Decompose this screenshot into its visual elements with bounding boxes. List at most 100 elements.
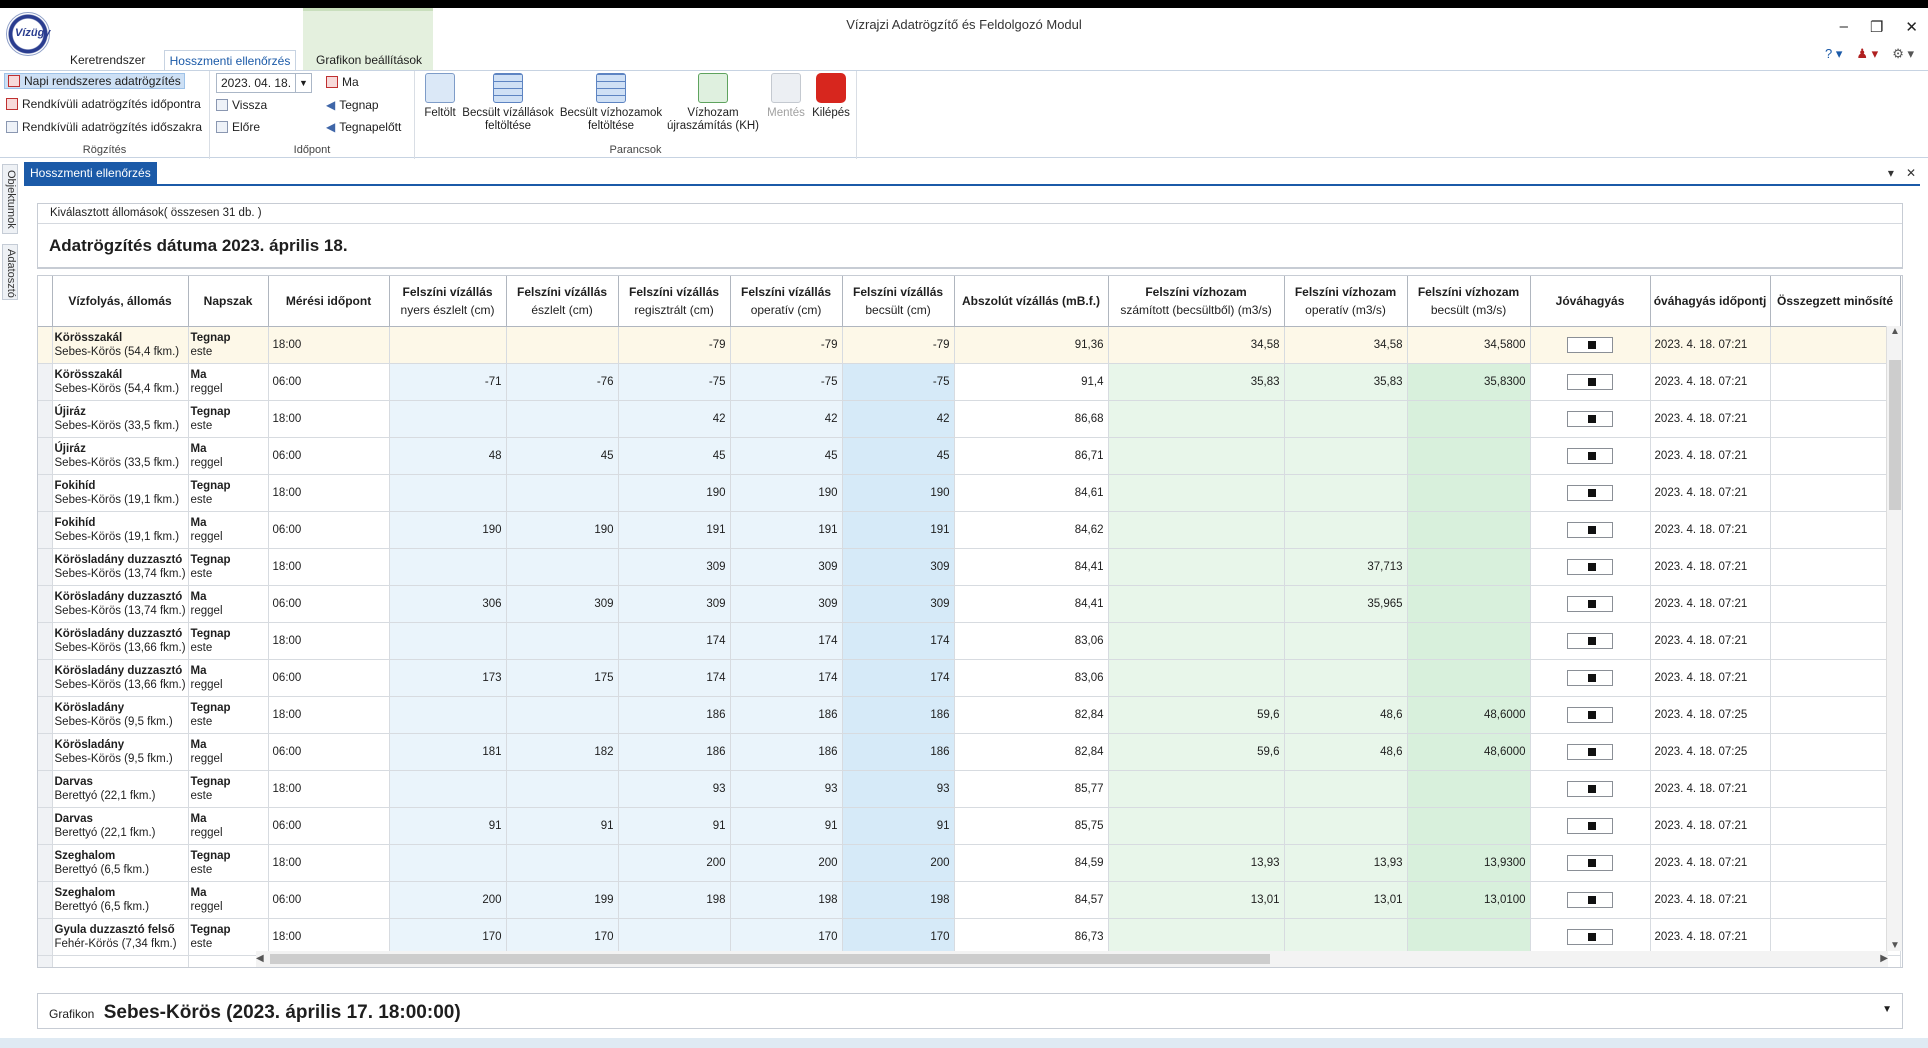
time-cell[interactable]: 18:00 — [268, 918, 390, 956]
row-header[interactable] — [38, 437, 53, 475]
value-cell-bec[interactable]: 198 — [842, 881, 955, 919]
station-cell[interactable]: Újiráz Sebes-Körös (33,5 fkm.) — [52, 400, 189, 438]
value-cell-qsz[interactable] — [1108, 548, 1285, 586]
value-cell-qsz[interactable] — [1108, 770, 1285, 808]
approval-time-cell[interactable]: 2023. 4. 18. 07:21 — [1650, 659, 1771, 697]
chevron-down-icon[interactable]: ▾ — [1888, 166, 1894, 180]
napszak-cell[interactable]: Tegnap este — [188, 622, 269, 660]
tab-hosszmenti-ellenorzes[interactable]: Hosszmenti ellenőrzés — [164, 50, 296, 70]
value-cell-qbec[interactable] — [1407, 548, 1531, 586]
value-cell-qop[interactable]: 13,93 — [1284, 844, 1408, 882]
approval-time-cell[interactable]: 2023. 4. 18. 07:21 — [1650, 326, 1771, 364]
value-cell-reg[interactable] — [618, 918, 731, 956]
user-icon[interactable]: ♟ ▾ — [1856, 46, 1878, 62]
time-cell[interactable]: 06:00 — [268, 585, 390, 623]
napszak-cell[interactable]: Ma reggel — [188, 807, 269, 845]
side-tab-adatoszto[interactable]: Adatosztó — [2, 244, 18, 300]
value-cell-qbec[interactable] — [1407, 622, 1531, 660]
value-cell-eszlelt[interactable]: 175 — [506, 659, 619, 697]
approval-time-cell[interactable]: 2023. 4. 18. 07:21 — [1650, 548, 1771, 586]
row-header[interactable] — [38, 844, 53, 882]
value-cell-qop[interactable]: 13,01 — [1284, 881, 1408, 919]
station-cell[interactable]: Darvas Berettyó (22,1 fkm.) — [52, 807, 189, 845]
value-cell-abs[interactable]: 91,36 — [954, 326, 1109, 364]
value-cell-eszlelt[interactable]: 309 — [506, 585, 619, 623]
value-cell-op[interactable]: 200 — [730, 844, 843, 882]
value-cell-bec[interactable]: -75 — [842, 363, 955, 401]
station-cell[interactable]: Szeghalom Berettyó (6,5 fkm.) — [52, 881, 189, 919]
station-cell[interactable]: Fokihíd Sebes-Körös (19,1 fkm.) — [52, 511, 189, 549]
approval-time-cell[interactable]: 2023. 4. 18. 07:25 — [1650, 696, 1771, 734]
approval-cell[interactable] — [1530, 548, 1651, 586]
value-cell-reg[interactable]: 93 — [618, 770, 731, 808]
scroll-right-icon[interactable]: ▶ — [1880, 953, 1888, 964]
value-cell-qsz[interactable] — [1108, 474, 1285, 512]
napszak-cell[interactable]: Tegnap este — [188, 770, 269, 808]
value-cell-nyers[interactable] — [389, 400, 507, 438]
time-cell[interactable]: 18:00 — [268, 400, 390, 438]
table-row[interactable]: Körösladány duzzasztó Sebes-Körös (13,74 … — [38, 585, 1901, 623]
station-cell[interactable]: Gyula duzzasztó felső — [52, 955, 189, 967]
approval-checkbox[interactable] — [1567, 817, 1614, 834]
quality-cell[interactable] — [1770, 622, 1901, 660]
quality-cell[interactable] — [1770, 881, 1901, 919]
approval-checkbox[interactable] — [1567, 780, 1614, 797]
elore-button[interactable]: Előre — [216, 120, 260, 134]
table-row[interactable]: Körösladány duzzasztó Sebes-Körös (13,66 … — [38, 622, 1901, 660]
approval-checkbox[interactable] — [1567, 891, 1614, 908]
value-cell-qbec[interactable] — [1407, 807, 1531, 845]
time-cell[interactable]: 18:00 — [268, 696, 390, 734]
approval-checkbox[interactable] — [1567, 336, 1614, 353]
value-cell-eszlelt[interactable] — [506, 400, 619, 438]
value-cell-eszlelt[interactable] — [506, 844, 619, 882]
napszak-cell[interactable]: Ma reggel — [188, 659, 269, 697]
value-cell-qbec[interactable]: 13,0100 — [1407, 881, 1531, 919]
napszak-cell[interactable]: Ma reggel — [188, 437, 269, 475]
table-row[interactable]: Szeghalom Berettyó (6,5 fkm.) Ma reggel 06:0… — [38, 881, 1901, 919]
chart-bar[interactable]: Grafikon Sebes-Körös (2023. április 17. … — [37, 993, 1903, 1029]
value-cell-qsz[interactable] — [1108, 622, 1285, 660]
approval-checkbox[interactable] — [1567, 669, 1614, 686]
approval-cell[interactable] — [1530, 696, 1651, 734]
station-cell[interactable]: Körösszakál Sebes-Körös (54,4 fkm.) — [52, 363, 189, 401]
value-cell-op[interactable]: -79 — [730, 326, 843, 364]
time-cell[interactable]: 18:00 — [268, 770, 390, 808]
value-cell-bec[interactable]: 309 — [842, 585, 955, 623]
approval-time-cell[interactable]: 2023. 4. 18. 07:21 — [1650, 881, 1771, 919]
table-row[interactable]: Újiráz Sebes-Körös (33,5 fkm.) Ma reggel 06:… — [38, 437, 1901, 475]
quality-cell[interactable] — [1770, 733, 1901, 771]
row-header[interactable] — [38, 918, 53, 956]
approval-checkbox[interactable] — [1567, 484, 1614, 501]
value-cell-reg[interactable]: 174 — [618, 659, 731, 697]
value-cell-qsz[interactable] — [1108, 807, 1285, 845]
column-header[interactable]: Felszíni vízállás nyers észlelt (cm) — [389, 276, 507, 327]
quality-cell[interactable] — [1770, 585, 1901, 623]
row-header[interactable] — [38, 881, 53, 919]
station-cell[interactable]: Körösladány duzzasztó Sebes-Körös (13,66 … — [52, 659, 189, 697]
value-cell-nyers[interactable] — [389, 548, 507, 586]
napszak-cell[interactable]: Tegnap este — [188, 548, 269, 586]
value-cell-op[interactable]: 93 — [730, 770, 843, 808]
value-cell-nyers[interactable]: 190 — [389, 511, 507, 549]
value-cell-nyers[interactable]: 91 — [389, 807, 507, 845]
tegnap-button[interactable]: ◀ Tegnap — [326, 98, 379, 112]
approval-time-cell[interactable]: 2023. 4. 18. 07:21 — [1650, 400, 1771, 438]
approval-checkbox[interactable] — [1567, 743, 1614, 760]
approval-checkbox[interactable] — [1567, 632, 1614, 649]
value-cell-qsz[interactable]: 35,83 — [1108, 363, 1285, 401]
napi-rendszeres-button[interactable]: Napi rendszeres adatrögzítés — [4, 73, 185, 89]
value-cell-nyers[interactable]: 170 — [389, 918, 507, 956]
approval-cell[interactable] — [1530, 770, 1651, 808]
value-cell-abs[interactable]: 84,41 — [954, 548, 1109, 586]
approval-time-cell[interactable]: 2023. 4. 18. 07:21 — [1650, 770, 1771, 808]
value-cell-bec[interactable]: 309 — [842, 548, 955, 586]
approval-cell[interactable] — [1530, 844, 1651, 882]
column-header[interactable]: Mérési időpont — [268, 276, 390, 327]
value-cell-reg[interactable]: 186 — [618, 733, 731, 771]
row-header[interactable] — [38, 733, 53, 771]
approval-cell[interactable] — [1530, 400, 1651, 438]
value-cell-qsz[interactable] — [1108, 437, 1285, 475]
quality-cell[interactable] — [1770, 326, 1901, 364]
tab-grafikon-beallitasok[interactable]: Grafikon beállítások — [316, 50, 426, 70]
help-icon[interactable]: ? ▾ — [1825, 46, 1842, 62]
